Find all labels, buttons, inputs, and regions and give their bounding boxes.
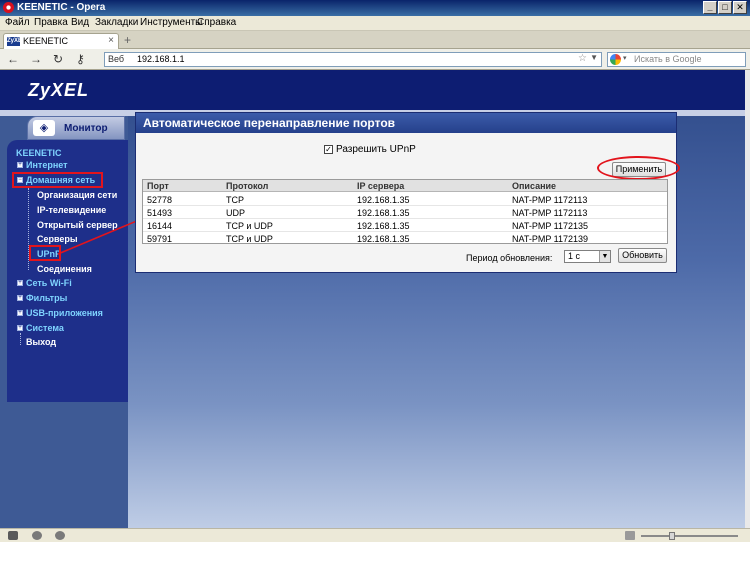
cell-ip: 192.168.1.35 bbox=[357, 208, 410, 218]
window-titlebar: KEENETIC - Opera _ □ ✕ bbox=[0, 0, 750, 16]
close-window-button[interactable]: ✕ bbox=[733, 1, 747, 14]
speed-dial-icon[interactable] bbox=[55, 531, 65, 540]
url-text[interactable]: 192.168.1.1 bbox=[137, 54, 185, 64]
menu-bookmarks[interactable]: Закладки bbox=[95, 17, 138, 28]
menu-help[interactable]: Справка bbox=[197, 17, 236, 28]
cell-ip: 192.168.1.35 bbox=[357, 221, 410, 231]
cell-port: 51493 bbox=[147, 208, 173, 218]
menu-bar: Файл Правка Вид Закладки Инструменты Спр… bbox=[0, 16, 750, 31]
refresh-period-label: Период обновления: bbox=[466, 253, 553, 263]
menu-edit[interactable]: Правка bbox=[34, 17, 68, 28]
web-page: ZyXEL ◈ Монитор KEENETIC + Интернет − До… bbox=[0, 70, 745, 528]
search-field[interactable]: ▾ Искать в Google bbox=[607, 52, 746, 67]
cell-description: NAT-PMP 1172135 bbox=[512, 221, 589, 231]
vertical-scrollbar[interactable] bbox=[745, 70, 750, 528]
cell-port: 16144 bbox=[147, 221, 173, 231]
refresh-period-value: 1 с bbox=[568, 251, 581, 261]
menu-file[interactable]: Файл bbox=[5, 17, 30, 28]
chevron-down-icon[interactable]: ▼ bbox=[599, 251, 610, 262]
menu-tools[interactable]: Инструменты bbox=[140, 17, 202, 28]
cell-description: NAT-PMP 1172113 bbox=[512, 208, 588, 218]
port-forwarding-panel: Автоматическое перенаправление портов ✓ … bbox=[135, 112, 680, 273]
search-placeholder: Искать в Google bbox=[634, 54, 702, 64]
cell-port: 52778 bbox=[147, 195, 173, 205]
page-margin bbox=[0, 542, 750, 564]
cell-ip: 192.168.1.35 bbox=[357, 234, 410, 244]
cell-description: NAT-PMP 1172139 bbox=[512, 234, 589, 244]
view-icon[interactable] bbox=[625, 531, 635, 540]
table-row[interactable]: 51493 UDP 192.168.1.35 NAT-PMP 1172113 bbox=[143, 206, 667, 219]
security-badge: Веб bbox=[108, 54, 125, 64]
table-row[interactable]: 52778 TCP 192.168.1.35 NAT-PMP 1172113 bbox=[143, 193, 667, 206]
col-protocol[interactable]: Протокол bbox=[226, 181, 268, 191]
refresh-button[interactable]: Обновить bbox=[618, 248, 667, 263]
panel-title: Автоматическое перенаправление портов bbox=[136, 113, 676, 133]
minimize-button[interactable]: _ bbox=[703, 1, 717, 14]
opera-logo-icon bbox=[3, 2, 14, 13]
table-row[interactable]: 59791 TCP и UDP 192.168.1.35 NAT-PMP 117… bbox=[143, 232, 667, 245]
col-ip-server[interactable]: IP сервера bbox=[357, 181, 404, 191]
cell-port: 59791 bbox=[147, 234, 173, 244]
status-bar bbox=[0, 528, 750, 542]
cloud-icon[interactable] bbox=[32, 531, 42, 540]
panel-toggle-icon[interactable] bbox=[8, 531, 18, 540]
google-icon[interactable] bbox=[610, 54, 621, 65]
address-toolbar: ← → ↻ ⚷ Веб 192.168.1.1 ☆ ▼ ▾ Искать в G… bbox=[0, 49, 750, 70]
star-icon[interactable]: ☆ bbox=[578, 53, 587, 64]
tab-label: KEENETIC bbox=[23, 36, 69, 46]
reload-icon[interactable]: ↻ bbox=[53, 52, 63, 66]
table-header: Порт Протокол IP сервера Описание bbox=[143, 180, 667, 192]
new-tab-button[interactable]: + bbox=[124, 33, 131, 47]
tab-keenetic[interactable]: ZyXEL KEENETIC × bbox=[3, 33, 119, 49]
highlight-apply bbox=[597, 156, 680, 180]
table-row[interactable]: 16144 TCP и UDP 192.168.1.35 NAT-PMP 117… bbox=[143, 219, 667, 232]
close-tab-icon[interactable]: × bbox=[108, 35, 114, 46]
back-icon[interactable]: ← bbox=[7, 52, 19, 66]
zoom-slider[interactable] bbox=[641, 532, 738, 540]
col-port[interactable]: Порт bbox=[147, 181, 169, 191]
cell-description: NAT-PMP 1172113 bbox=[512, 195, 588, 205]
refresh-period-select[interactable]: 1 с ▼ bbox=[564, 250, 611, 263]
cell-protocol: UDP bbox=[226, 208, 246, 218]
cell-protocol: TCP и UDP bbox=[226, 221, 273, 231]
cell-protocol: TCP и UDP bbox=[226, 234, 273, 244]
col-description[interactable]: Описание bbox=[512, 181, 556, 191]
address-field[interactable]: Веб 192.168.1.1 ☆ ▼ bbox=[104, 52, 602, 67]
cell-protocol: TCP bbox=[226, 195, 244, 205]
window-controls: _ □ ✕ bbox=[703, 1, 747, 14]
key-icon[interactable]: ⚷ bbox=[76, 52, 85, 66]
chevron-down-icon[interactable]: ▼ bbox=[590, 53, 598, 62]
zyxel-favicon-icon: ZyXEL bbox=[7, 37, 26, 46]
maximize-button[interactable]: □ bbox=[718, 1, 732, 14]
window-title: KEENETIC - Opera bbox=[17, 2, 106, 13]
forward-icon[interactable]: → bbox=[30, 52, 42, 66]
search-engine-dropdown-icon[interactable]: ▾ bbox=[623, 54, 627, 62]
upnp-table: Порт Протокол IP сервера Описание 52778 … bbox=[142, 179, 668, 244]
upnp-checkbox-label[interactable]: Разрешить UPnP bbox=[336, 144, 416, 155]
zoom-slider-handle[interactable] bbox=[669, 532, 675, 540]
menu-view[interactable]: Вид bbox=[71, 17, 89, 28]
upnp-checkbox[interactable]: ✓ bbox=[324, 145, 333, 154]
tab-bar: ZyXEL KEENETIC × + bbox=[0, 31, 750, 49]
cell-ip: 192.168.1.35 bbox=[357, 195, 410, 205]
